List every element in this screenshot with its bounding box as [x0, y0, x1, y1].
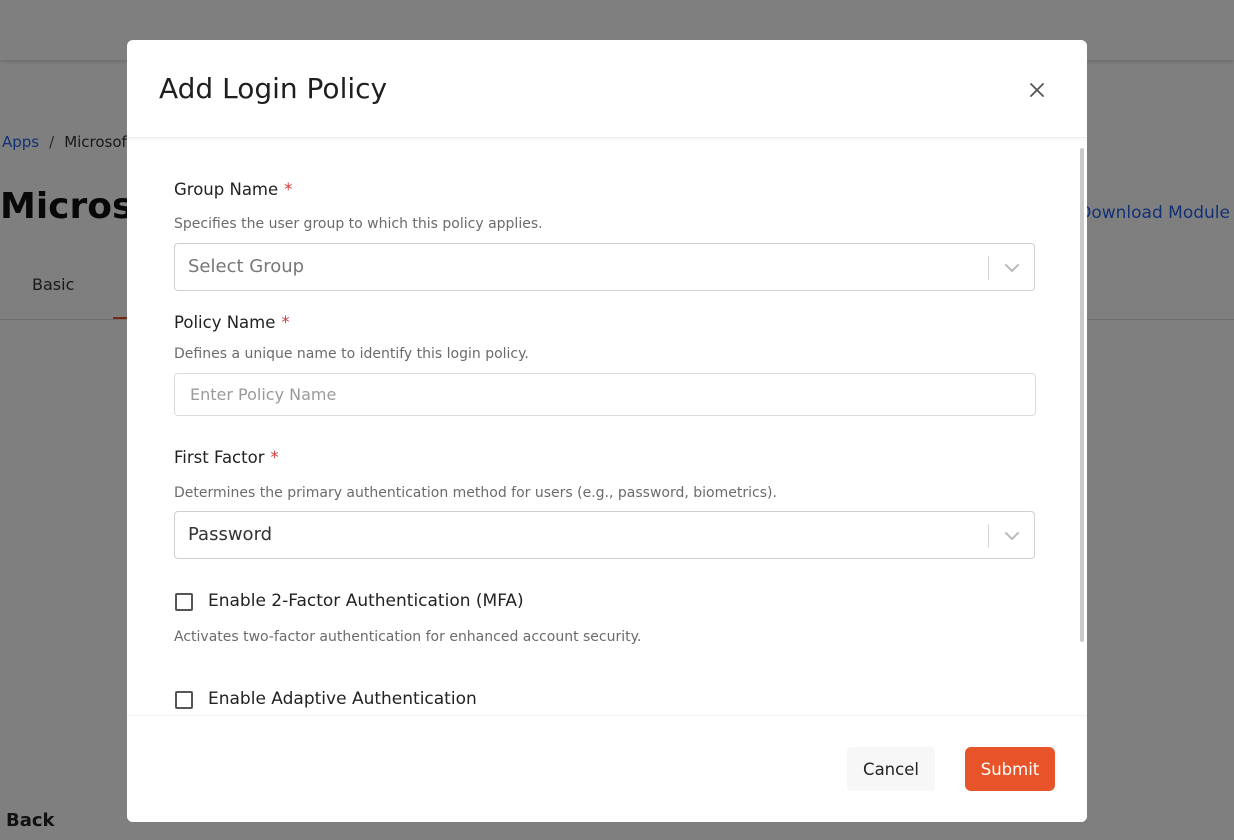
close-icon[interactable] [1025, 78, 1049, 102]
modal-header: Add Login Policy [127, 40, 1087, 138]
select-divider [988, 524, 989, 548]
mfa-checkbox[interactable] [175, 593, 193, 611]
add-login-policy-modal: Add Login Policy Group Name * Specifies t… [127, 40, 1087, 822]
required-mark: * [270, 448, 279, 467]
modal-body: Group Name * Specifies the user group to … [127, 140, 1087, 714]
group-name-description: Specifies the user group to which this p… [174, 216, 543, 232]
cancel-button[interactable]: Cancel [847, 747, 935, 791]
chevron-down-icon[interactable] [1003, 260, 1021, 276]
adaptive-auth-checkbox-label[interactable]: Enable Adaptive Authentication [208, 689, 477, 709]
policy-name-input[interactable] [174, 373, 1036, 416]
select-divider [988, 256, 989, 280]
mfa-checkbox-label[interactable]: Enable 2-Factor Authentication (MFA) [208, 591, 524, 611]
group-select[interactable]: Select Group [174, 243, 1035, 291]
required-mark: * [281, 313, 290, 332]
group-select-placeholder: Select Group [188, 256, 305, 277]
first-factor-selected-value: Password [188, 524, 273, 545]
mfa-description: Activates two-factor authentication for … [174, 629, 642, 645]
first-factor-label: First Factor * [174, 448, 279, 467]
modal-scrollbar[interactable] [1080, 148, 1084, 642]
adaptive-auth-checkbox[interactable] [175, 691, 193, 709]
first-factor-select[interactable]: Password [174, 511, 1035, 559]
modal-title: Add Login Policy [159, 72, 388, 105]
first-factor-description: Determines the primary authentication me… [174, 485, 777, 501]
submit-button[interactable]: Submit [965, 747, 1055, 791]
policy-name-label: Policy Name * [174, 313, 290, 332]
modal-footer: Cancel Submit [127, 715, 1087, 822]
chevron-down-icon[interactable] [1003, 528, 1021, 544]
policy-name-description: Defines a unique name to identify this l… [174, 346, 529, 362]
group-name-label: Group Name * [174, 180, 293, 199]
required-mark: * [284, 180, 293, 199]
